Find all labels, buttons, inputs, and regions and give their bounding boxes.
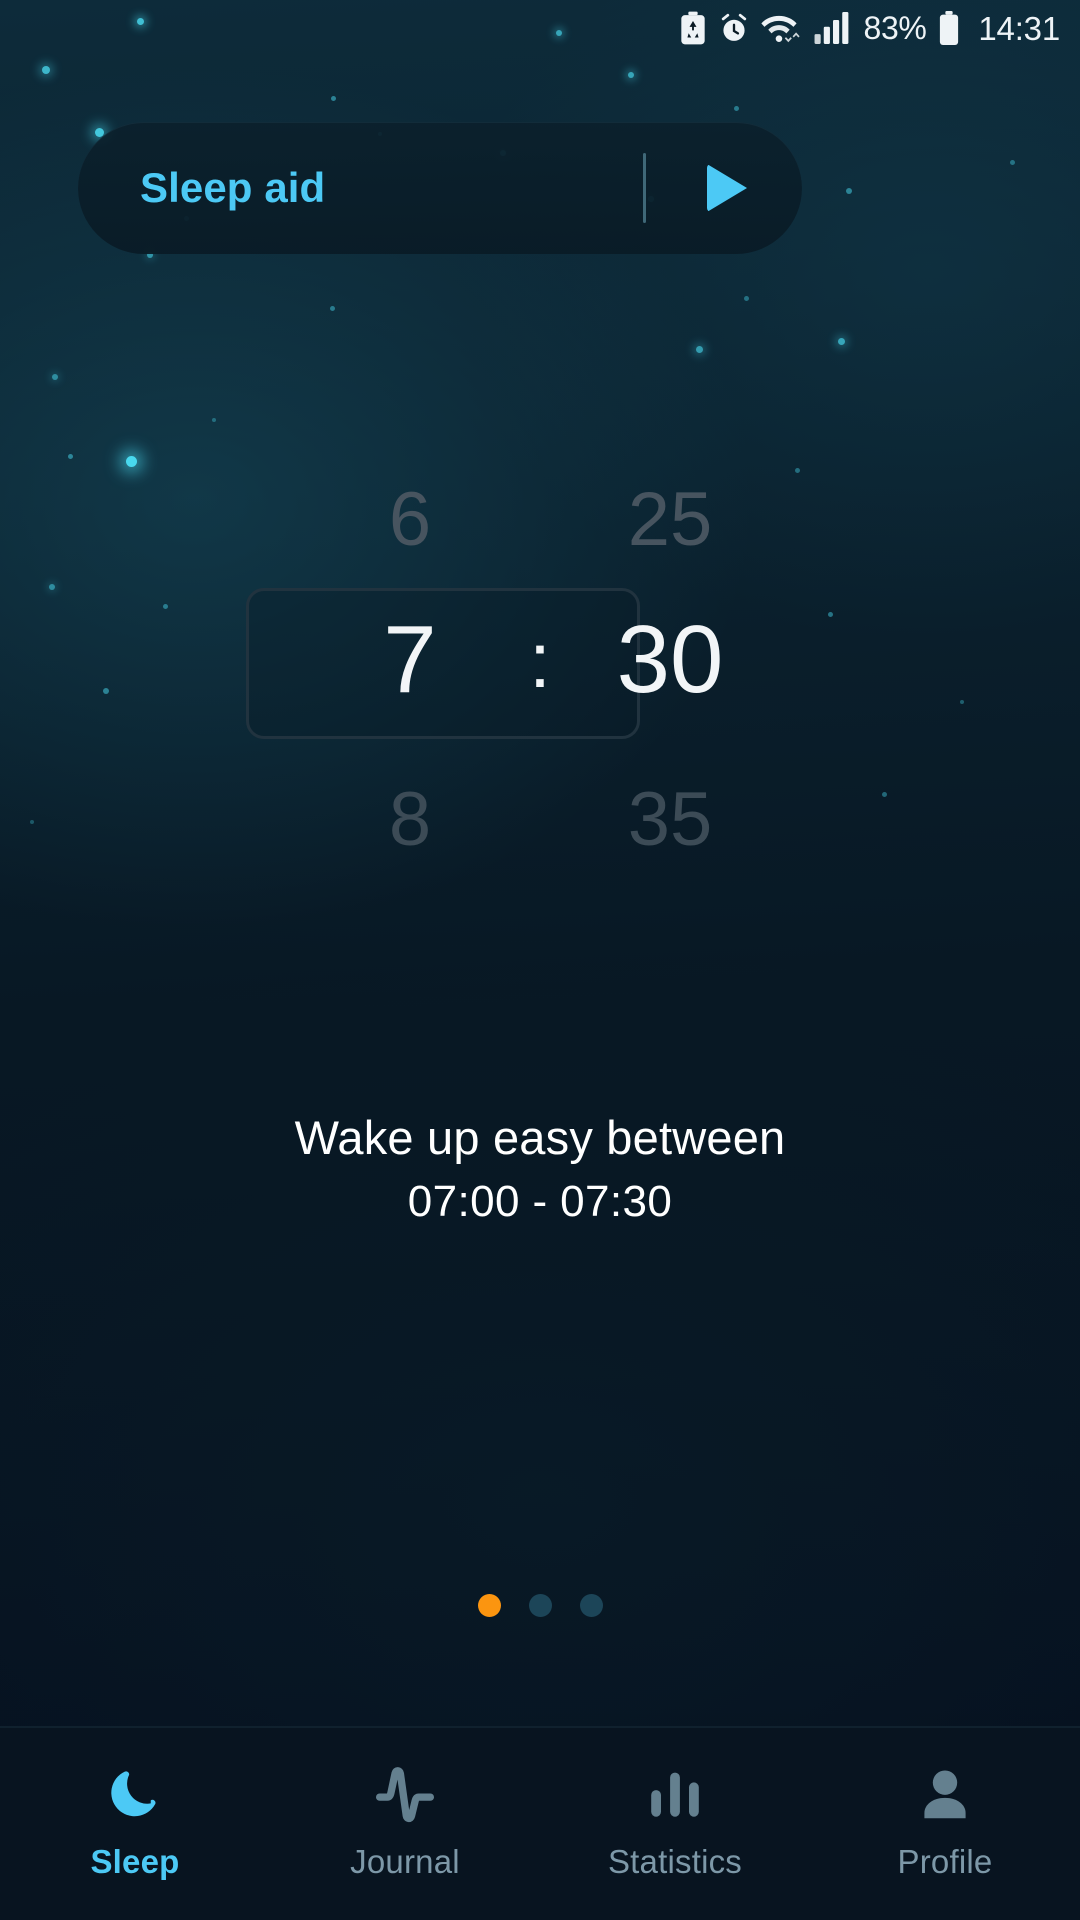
nav-label-statistics: Statistics: [607, 1843, 743, 1880]
minute-selected[interactable]: 30: [575, 612, 765, 708]
nav-item-profile[interactable]: Profile: [810, 1728, 1080, 1920]
sleep-aid-label: Sleep aid: [140, 164, 326, 211]
pagination-dot-2[interactable]: [528, 1594, 552, 1617]
time-separator: :: [529, 616, 551, 704]
time-picker-selected-row[interactable]: 7 : 30: [0, 612, 1080, 708]
pagination-dot-3[interactable]: [579, 1594, 603, 1617]
nav-item-statistics[interactable]: Statistics: [540, 1728, 810, 1920]
time-picker-previous-row[interactable]: 6 25: [0, 482, 1080, 558]
bottom-navigation-bar: Sleep Journal Statistics Profile: [0, 1726, 1080, 1920]
wake-up-window-info: Wake up easy between 07:00 - 07:30 Start: [0, 1110, 1080, 1227]
hour-previous[interactable]: 6: [315, 482, 505, 558]
wake-up-title: Wake up easy between: [294, 1111, 786, 1164]
time-picker-next-row[interactable]: 8 35: [0, 782, 1080, 858]
starfield-background: [0, 0, 1080, 1920]
moon-icon: [105, 1767, 165, 1823]
nav-label-journal: Journal: [350, 1843, 460, 1880]
nav-item-sleep[interactable]: Sleep: [0, 1728, 270, 1920]
bar-chart-icon: [647, 1767, 703, 1823]
wake-up-range: 07:00 - 07:30: [407, 1177, 673, 1226]
minute-next[interactable]: 35: [575, 782, 765, 858]
alarm-clock-icon: [718, 12, 750, 45]
battery-saver-icon: [679, 11, 707, 45]
person-icon: [916, 1767, 974, 1823]
wifi-icon: [760, 11, 803, 45]
play-icon: [707, 164, 747, 212]
alarm-time-picker[interactable]: 6 25 7 : 30 8 35: [0, 460, 1080, 880]
hour-selected[interactable]: 7: [315, 612, 505, 708]
nav-label-profile: Profile: [897, 1843, 993, 1880]
sleep-aid-card[interactable]: Sleep aid: [78, 122, 802, 254]
hour-next[interactable]: 8: [315, 782, 505, 858]
pulse-wave-icon: [374, 1767, 436, 1823]
pagination-dots[interactable]: [0, 1594, 1080, 1617]
nav-item-journal[interactable]: Journal: [270, 1728, 540, 1920]
sleep-app-screen: 83% 14:31 Sleep aid 6 25 7 : 30 8 35 Wak…: [0, 0, 1080, 1920]
battery-percent-label: 83%: [863, 10, 927, 46]
nav-label-sleep: Sleep: [90, 1843, 180, 1880]
status-bar: 83% 14:31: [0, 0, 1080, 56]
status-bar-clock: 14:31: [978, 9, 1060, 47]
minute-previous[interactable]: 25: [575, 482, 765, 558]
sleep-aid-play-button[interactable]: [646, 164, 802, 212]
battery-icon: [937, 11, 961, 45]
pagination-dot-1[interactable]: [477, 1594, 501, 1617]
signal-bars-icon: [814, 12, 852, 44]
